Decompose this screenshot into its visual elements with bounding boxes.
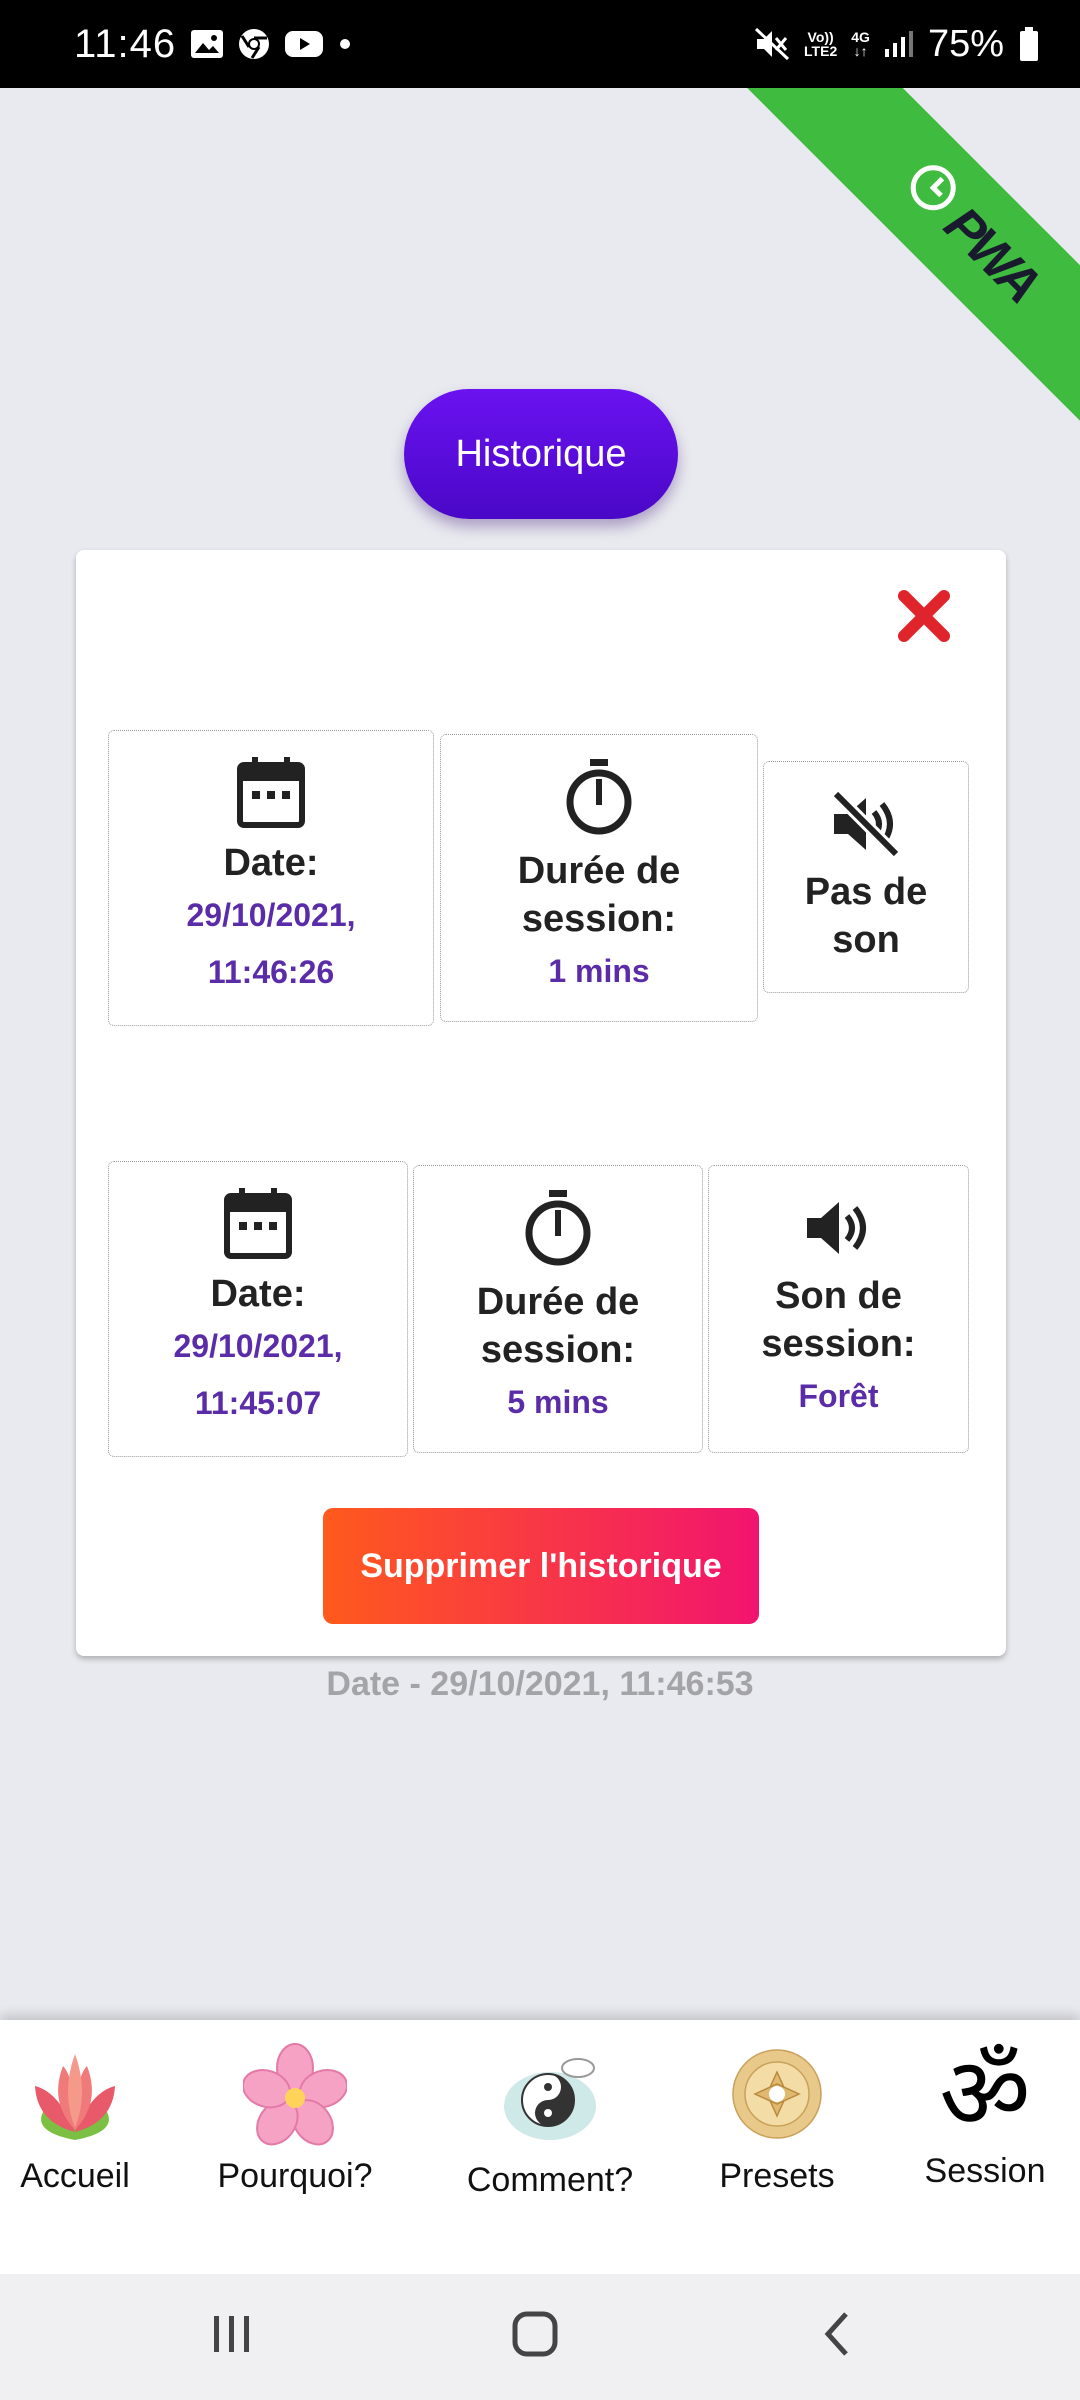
entry-2-date-value: 29/10/2021, (173, 1328, 343, 1364)
entry-2-sound-value: Forêt (798, 1377, 879, 1414)
mandala-icon (725, 2042, 829, 2151)
calendar-icon (223, 1186, 293, 1270)
entry-1-time-value: 11:46:26 (207, 954, 335, 990)
home-icon[interactable] (510, 2308, 560, 2365)
notification-dot-icon (338, 37, 352, 51)
mute-icon (754, 27, 790, 61)
current-date-text: Date - 29/10/2021, 11:46:53 (326, 1665, 754, 1703)
history-card: Date: 29/10/2021, 11:46:26 Durée de sess… (76, 550, 1006, 1656)
close-icon[interactable] (894, 586, 954, 646)
volume-off-icon (830, 790, 902, 868)
entry-1-duration-tile: Durée de session: 1 mins (440, 734, 758, 1022)
entry-1-duration-value: 1 mins (548, 952, 650, 989)
nav-label-accueil: Accueil (20, 2157, 130, 2195)
battery-icon (1018, 26, 1040, 62)
signal-icon (884, 29, 914, 59)
entry-2-duration-tile: Durée de session: 5 mins (413, 1165, 703, 1453)
volte-indicator: Vo)) LTE2 (804, 29, 838, 59)
lotus-icon (23, 2042, 127, 2151)
entry-2-duration-label: Durée de session: (476, 1280, 640, 1371)
entry-2-time-value: 11:45:07 (194, 1385, 322, 1421)
entry-2-duration-value: 5 mins (507, 1383, 609, 1420)
volume-on-icon (803, 1194, 875, 1272)
bottom-nav: Accueil Pourquoi? Comment? Presets ॐ Ses… (0, 2020, 1080, 2274)
entry-1-sound-tile: Pas de son (763, 761, 969, 993)
om-icon: ॐ (939, 2035, 1031, 2152)
status-bar: 11:46 Vo)) LTE2 4G ↓↑ 75% (0, 0, 1080, 88)
nav-label-session: Session (924, 2152, 1046, 2190)
entry-1-sound-label: Pas de son (804, 871, 928, 961)
nav-label-pourquoi: Pourquoi? (217, 2157, 373, 2195)
calendar-icon (236, 755, 306, 839)
nav-item-presets[interactable]: Presets (712, 2042, 842, 2196)
stopwatch-icon (523, 1188, 593, 1278)
network-type: 4G ↓↑ (851, 29, 870, 59)
entry-1-duration-label: Durée de session: (517, 849, 681, 940)
nav-item-session[interactable]: ॐ Session (910, 2042, 1060, 2191)
battery-percent: 75% (927, 22, 1004, 65)
status-time: 11:46 (74, 21, 177, 66)
nav-item-comment[interactable]: Comment? (455, 2042, 645, 2200)
entry-1-date-label: Date: (223, 842, 319, 884)
recents-icon[interactable] (210, 2308, 254, 2365)
chrome-icon (238, 28, 270, 60)
back-icon[interactable] (818, 2308, 858, 2365)
nav-label-comment: Comment? (466, 2161, 634, 2199)
pwa-ribbon: PWA (720, 88, 1080, 448)
yin-yang-icon (498, 2042, 602, 2155)
entry-2-sound-label: Son de session: (761, 1274, 916, 1365)
gallery-icon (190, 29, 224, 59)
entry-1-date-value: 29/10/2021, (186, 897, 356, 933)
nav-item-pourquoi[interactable]: Pourquoi? (210, 2042, 380, 2196)
nav-item-accueil[interactable]: Accueil (10, 2042, 140, 2196)
pwa-label: PWA (933, 196, 1050, 313)
entry-2-date-tile: Date: 29/10/2021, 11:45:07 (108, 1161, 408, 1457)
entry-2-sound-tile: Son de session: Forêt (708, 1165, 969, 1453)
entry-2-date-label: Date: (210, 1273, 306, 1315)
delete-history-button[interactable]: Supprimer l'historique (323, 1508, 759, 1624)
system-nav-bar (0, 2274, 1080, 2400)
entry-1-date-tile: Date: 29/10/2021, 11:46:26 (108, 730, 434, 1026)
youtube-icon (284, 29, 324, 59)
nav-label-presets: Presets (719, 2157, 835, 2195)
flower-icon (241, 2042, 349, 2151)
stopwatch-icon (564, 757, 634, 847)
historique-button[interactable]: Historique (404, 389, 678, 519)
